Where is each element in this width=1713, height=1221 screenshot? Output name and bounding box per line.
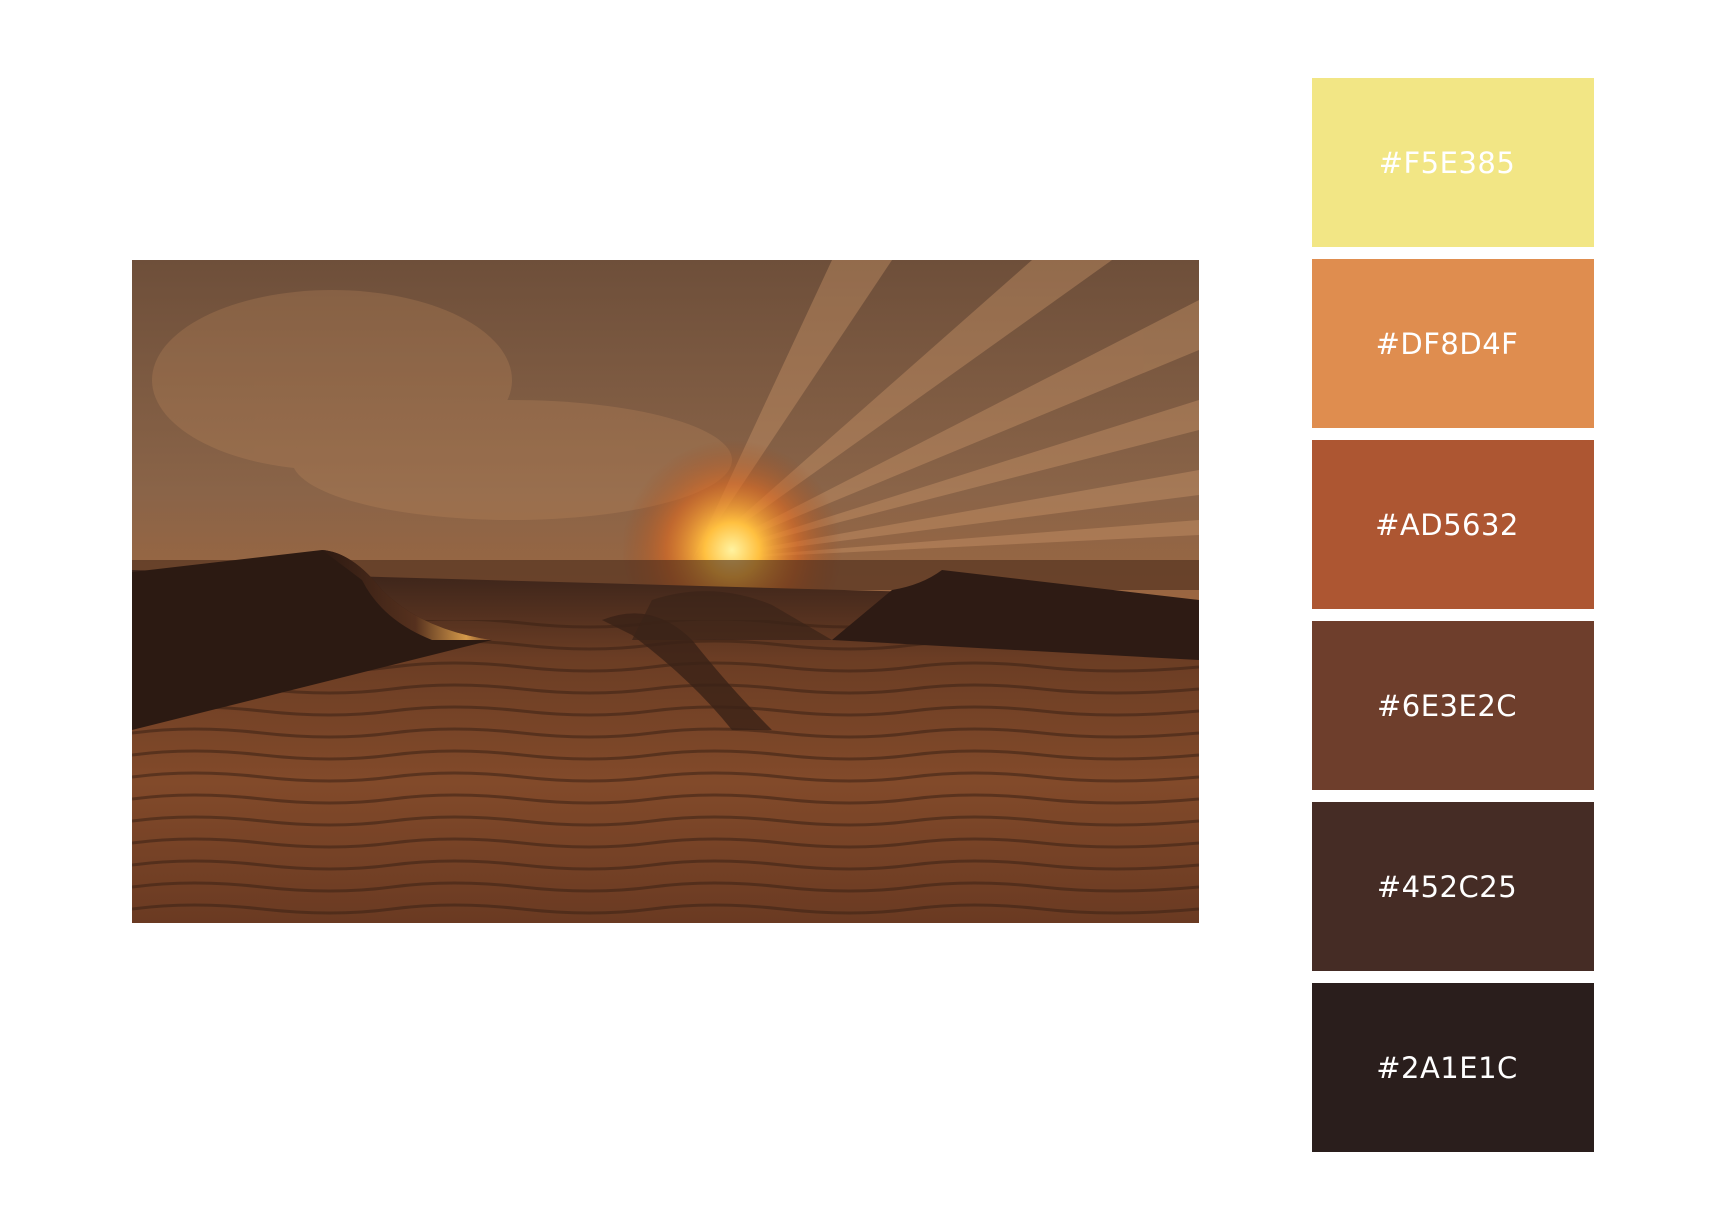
- desert-sunset-image: [132, 260, 1199, 923]
- swatch-hex-label: #AD5632: [1375, 507, 1519, 542]
- swatch-2: #DF8D4F: [1312, 259, 1594, 428]
- swatch-hex-label: #DF8D4F: [1375, 326, 1519, 361]
- color-palette: #F5E385 #DF8D4F #AD5632 #6E3E2C #452C25 …: [1312, 78, 1594, 1152]
- palette-page: #F5E385 #DF8D4F #AD5632 #6E3E2C #452C25 …: [0, 0, 1713, 1221]
- swatch-5: #452C25: [1312, 802, 1594, 971]
- swatch-1: #F5E385: [1312, 78, 1594, 247]
- desert-sunset-photo: [132, 260, 1199, 923]
- swatch-hex-label: #F5E385: [1378, 145, 1516, 180]
- swatch-hex-label: #2A1E1C: [1376, 1050, 1518, 1085]
- swatch-6: #2A1E1C: [1312, 983, 1594, 1152]
- swatch-hex-label: #6E3E2C: [1376, 688, 1518, 723]
- swatch-4: #6E3E2C: [1312, 621, 1594, 790]
- swatch-3: #AD5632: [1312, 440, 1594, 609]
- swatch-hex-label: #452C25: [1376, 869, 1518, 904]
